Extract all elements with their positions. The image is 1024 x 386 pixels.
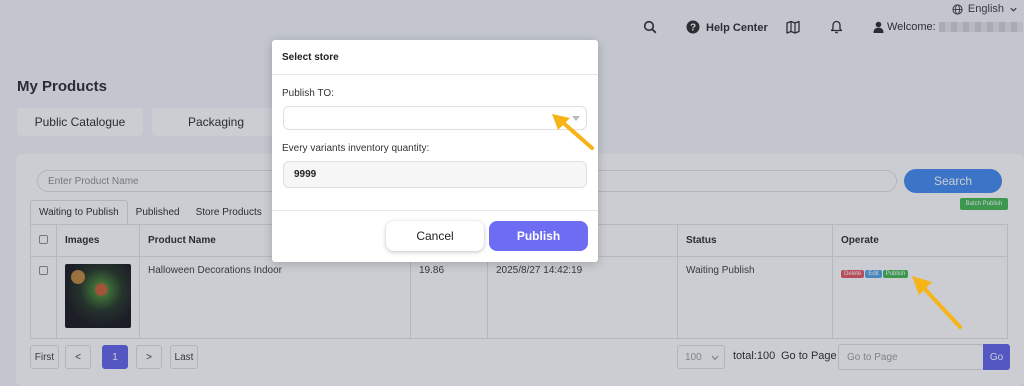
- inventory-label: Every variants inventory quantity:: [282, 143, 430, 154]
- publish-button[interactable]: Publish: [489, 221, 588, 251]
- annotation-arrow-icon: [552, 114, 594, 150]
- dialog-footer-divider: [272, 210, 598, 211]
- cancel-button[interactable]: Cancel: [386, 221, 484, 251]
- annotation-arrow-icon: [912, 276, 962, 329]
- inventory-quantity-input[interactable]: 9999: [283, 161, 587, 188]
- dialog-title: Select store: [282, 52, 339, 63]
- publish-to-select[interactable]: [283, 106, 587, 130]
- publish-to-label: Publish TO:: [282, 88, 334, 99]
- dialog-divider: [272, 74, 598, 75]
